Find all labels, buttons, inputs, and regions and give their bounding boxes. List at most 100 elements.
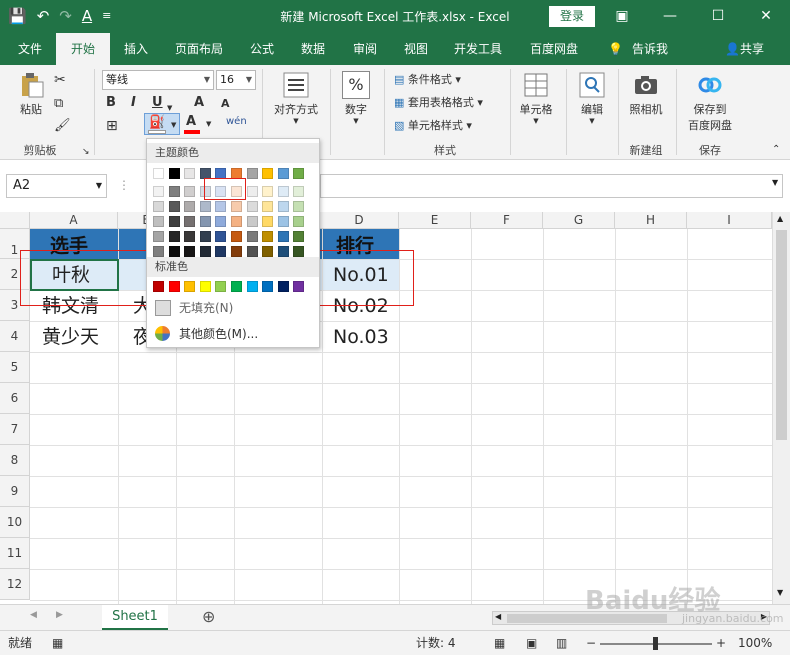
tab-insert[interactable]: 插入 [124, 33, 148, 65]
theme-shade-swatch[interactable] [262, 186, 274, 197]
column-header-e[interactable]: E [399, 212, 471, 229]
next-sheet-icon[interactable]: ▶ [56, 610, 63, 620]
conditional-format-button[interactable]: ▤ 条件格式 ▾ [394, 71, 461, 89]
standard-color-swatch[interactable] [231, 281, 242, 292]
theme-shade-swatch[interactable] [231, 246, 242, 257]
row-header-11[interactable]: 11 [0, 538, 30, 569]
theme-shade-swatch[interactable] [184, 246, 196, 257]
theme-color-swatch[interactable] [277, 168, 289, 179]
row-header-7[interactable]: 7 [0, 414, 30, 445]
paste-button[interactable]: 粘贴 [14, 71, 48, 117]
theme-shade-swatch[interactable] [199, 231, 211, 242]
macro-record-icon[interactable]: ▦ [52, 631, 63, 655]
theme-shade-swatch[interactable] [277, 186, 289, 197]
scroll-thumb[interactable] [776, 230, 787, 440]
theme-shade-swatch[interactable] [184, 231, 196, 242]
maximize-icon[interactable]: ☐ [694, 0, 742, 33]
column-header-h[interactable]: H [615, 212, 687, 229]
select-all-corner[interactable] [0, 212, 30, 229]
theme-color-swatch[interactable] [262, 168, 274, 179]
row-header-1[interactable]: 1 [0, 229, 30, 259]
cell-a1[interactable]: 选手 [50, 231, 88, 261]
scroll-down-icon[interactable]: ▼ [777, 588, 783, 597]
cell-style-button[interactable]: ▧ 单元格样式 ▾ [394, 117, 472, 135]
theme-shade-swatch[interactable] [293, 246, 305, 257]
column-header-f[interactable]: F [471, 212, 543, 229]
italic-button[interactable]: I [131, 95, 136, 110]
row-header-5[interactable]: 5 [0, 352, 30, 383]
close-icon[interactable]: ✕ [742, 0, 790, 33]
theme-shade-swatch[interactable] [215, 246, 227, 257]
theme-shade-swatch[interactable] [293, 201, 305, 212]
theme-shade-swatch[interactable] [293, 216, 305, 227]
tab-developer[interactable]: 开发工具 [454, 33, 502, 65]
row-header-4[interactable]: 4 [0, 321, 30, 352]
theme-shade-swatch[interactable] [215, 231, 227, 242]
editing-button[interactable]: 编辑 ▼ [572, 71, 612, 125]
theme-shade-swatch[interactable] [262, 201, 274, 212]
row-header-9[interactable]: 9 [0, 476, 30, 507]
save-to-baidu-button[interactable]: 保存到 百度网盘 [682, 71, 738, 133]
login-button[interactable]: 登录 [549, 6, 595, 27]
theme-color-swatch[interactable] [246, 168, 258, 179]
cut-icon[interactable]: ✂ [54, 71, 66, 89]
zoom-slider-thumb[interactable] [653, 637, 658, 650]
row-header-2[interactable]: 2 [0, 259, 30, 290]
zoom-out-icon[interactable]: − [586, 631, 596, 655]
expand-formula-icon[interactable]: ▼ [772, 178, 778, 187]
page-layout-view-icon[interactable]: ▣ [526, 631, 537, 655]
cell-d4[interactable]: No.03 [333, 322, 389, 352]
theme-shade-swatch[interactable] [168, 216, 180, 227]
cell-d3[interactable]: No.02 [333, 291, 389, 321]
normal-view-icon[interactable]: ▦ [494, 631, 505, 655]
formula-input[interactable] [320, 174, 783, 198]
cell-d1[interactable]: 排行 [336, 231, 374, 261]
minimize-icon[interactable]: — [646, 0, 694, 33]
phonetic-icon[interactable]: wén [226, 113, 247, 131]
theme-shade-swatch[interactable] [199, 246, 211, 257]
sheet-tab-sheet1[interactable]: Sheet1 [102, 605, 168, 630]
theme-shade-swatch[interactable] [153, 231, 164, 242]
bold-button[interactable]: B [106, 95, 116, 110]
theme-shade-swatch[interactable] [231, 231, 242, 242]
theme-shade-swatch[interactable] [168, 231, 180, 242]
standard-color-swatch[interactable] [293, 281, 305, 292]
grow-font-button[interactable]: A [194, 95, 204, 110]
tab-home[interactable]: 开始 [56, 33, 110, 65]
more-colors-option[interactable]: 其他颜色(M)... [151, 323, 315, 345]
clipboard-launcher-icon[interactable]: ↘ [82, 143, 90, 161]
theme-shade-swatch[interactable] [262, 246, 274, 257]
row-header-10[interactable]: 10 [0, 507, 30, 538]
cells-button[interactable]: 单元格 ▼ [514, 71, 558, 125]
tab-tell-me[interactable]: 告诉我 [632, 33, 668, 65]
theme-color-swatch[interactable] [293, 168, 305, 179]
underline-button[interactable]: U [152, 95, 163, 110]
cell-d2[interactable]: No.01 [333, 260, 389, 290]
column-header-g[interactable]: G [543, 212, 615, 229]
table-format-button[interactable]: ▦ 套用表格格式 ▾ [394, 94, 483, 112]
cell-a4[interactable]: 黄少天 [42, 322, 99, 352]
prev-sheet-icon[interactable]: ◀ [30, 610, 37, 620]
no-fill-option[interactable]: 无填充(N) [151, 297, 315, 319]
theme-shade-swatch[interactable] [184, 186, 196, 197]
theme-shade-swatch[interactable] [168, 246, 180, 257]
theme-shade-swatch[interactable] [168, 186, 180, 197]
copy-icon[interactable]: ⧉ [54, 95, 63, 113]
theme-shade-swatch[interactable] [246, 216, 258, 227]
format-painter-icon[interactable]: 🖌 [54, 117, 71, 135]
standard-color-swatch[interactable] [246, 281, 258, 292]
redo-icon[interactable]: ↷ [59, 6, 72, 26]
row-header-8[interactable]: 8 [0, 445, 30, 476]
theme-shade-swatch[interactable] [262, 231, 274, 242]
undo-icon[interactable]: ↶ [37, 6, 50, 26]
zoom-level[interactable]: 100% [738, 631, 772, 655]
save-icon[interactable]: 💾 [8, 6, 27, 26]
tab-formulas[interactable]: 公式 [250, 33, 274, 65]
theme-shade-swatch[interactable] [246, 246, 258, 257]
theme-shade-swatch[interactable] [293, 231, 305, 242]
worksheet-grid[interactable]: A B C D E F G H I 1 2 3 4 5 6 7 8 9 10 1… [0, 212, 772, 604]
font-size-select[interactable]: 16 ▼ [216, 70, 256, 90]
tab-file[interactable]: 文件 [18, 33, 42, 65]
camera-button[interactable]: 照相机 [624, 71, 668, 117]
theme-shade-swatch[interactable] [231, 201, 242, 212]
